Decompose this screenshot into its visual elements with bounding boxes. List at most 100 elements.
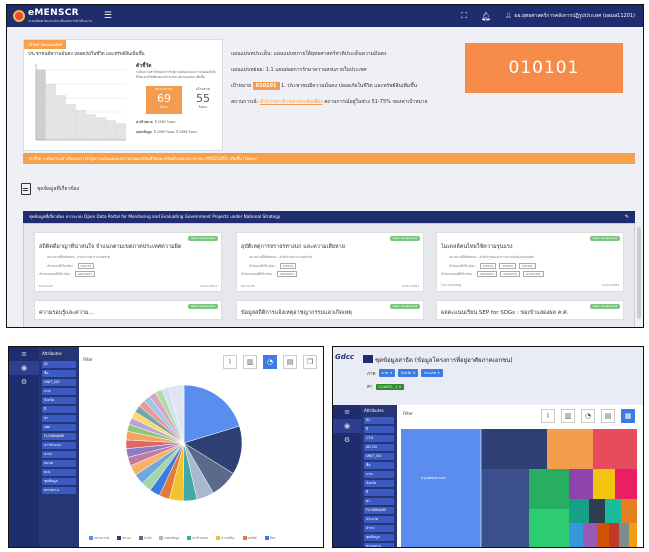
status-link[interactable]: ต่ำกว่าค่าเป้าหมายระดับเสี่ยง [260, 99, 323, 105]
dataset-title[interactable]: อุบัติเหตุการจราจรทางบก และความเสียหาย [241, 243, 419, 251]
related-datasets-label: ชุดข้อมูลที่เกี่ยวข้อง [37, 186, 80, 192]
dataset-owner: หน่วยงานที่รับผิดชอบ : สำนักงานตำรวจแห่ง… [47, 255, 110, 259]
row-pill[interactable]: ภาค ▾ [378, 369, 395, 377]
attribute-item[interactable]: ปี [42, 406, 76, 413]
attribute-item[interactable]: จังหวัด [364, 480, 394, 487]
goal-code-box: 010101 [465, 43, 623, 93]
column-chart-icon[interactable]: ▤ [601, 409, 615, 423]
attribute-item[interactable]: หน่วยงาน [42, 487, 76, 494]
attribute-item[interactable]: หน่วยงาน [364, 543, 394, 547]
pie-chart-icon[interactable]: ◔ [263, 355, 277, 369]
attribute-item[interactable]: ปี [364, 426, 394, 433]
treemap-cell [569, 499, 589, 523]
data-icon[interactable]: ◉ [9, 361, 39, 375]
attribute-item[interactable]: ชื่อ [364, 462, 394, 469]
panel-scrollbar[interactable] [637, 227, 641, 319]
legend-item[interactable]: ปัจจัย [139, 536, 151, 541]
dataset-footer: ไม่ระบุหมวดหมู่ 10/12/2564 [441, 283, 619, 287]
bar-chart-icon[interactable]: ▥ [243, 355, 257, 369]
dataset-card[interactable]: Open Government ข้อมูลสถิติการแจ้งเหตุอา… [236, 300, 424, 320]
attribute-item[interactable]: สาขา [42, 451, 76, 458]
settings-icon[interactable]: ⚙ [9, 375, 39, 389]
attribute-item[interactable]: ชื่อ [42, 370, 76, 377]
dataset-title[interactable]: ผลคะแนนเรียน SEP for SDGs : ขอเข้าแสดงผล… [441, 309, 568, 317]
subplan-row: แผนแม่บทย่อย: 1.1 แผนย่อยการรักษาความสงบ… [231, 67, 367, 73]
dataset-card[interactable]: Open Government อุบัติเหตุการจราจรทางบก … [236, 232, 424, 292]
attribute-item[interactable]: CTG [364, 435, 394, 442]
dataset-title[interactable]: ไมเคลล์คนไทยใช้ความรุนแรง [441, 243, 619, 251]
dataset-title[interactable]: ข้อมูลสถิติการแจ้งเหตุอาชญากรรมแลวเกิดเห… [241, 309, 352, 317]
line-chart-icon[interactable]: ⌇ [223, 355, 237, 369]
legend-item[interactable]: สถานการณ์ [89, 536, 109, 541]
dataset-title[interactable]: ความรอบรู้และความ... [39, 309, 94, 317]
value-label: ค่า [367, 385, 373, 390]
filter-label[interactable]: Filter [403, 411, 413, 416]
back-icon[interactable] [363, 355, 373, 363]
dataset-card[interactable]: Open Government ผลคะแนนเรียน SEP for SDG… [436, 300, 624, 320]
left-sidebar: ≡ ◉ ⚙ [333, 405, 361, 547]
copy-icon[interactable]: ❐ [303, 355, 317, 369]
dataset-title[interactable]: สถิติคดีอาญาที่น่าสนใจ จำแนกตามเขตภาคประ… [39, 243, 217, 251]
pin-icon[interactable]: ✎ [625, 211, 629, 223]
dataset-panel: Open Government สถิติคดีอาญาที่น่าสนใจ จ… [23, 223, 635, 327]
pie-chart-icon[interactable]: ◔ [581, 409, 595, 423]
attribute-item[interactable]: จังหวัด [42, 397, 76, 404]
dataset-card[interactable]: Open Government ไมเคลล์คนไทยใช้ความรุนแร… [436, 232, 624, 292]
treemap-chart: กรุงเทพมหานคร [401, 429, 637, 547]
legend-item[interactable]: อื่นๆ [264, 536, 275, 541]
legend-item[interactable]: สถานะ [117, 536, 131, 541]
indicator-desc: ระดับความสำเร็จของการรับรู้ความมั่นคงและ… [136, 70, 217, 79]
legend-item[interactable]: ค่าเป้าหมาย [187, 536, 208, 541]
attribute-item[interactable]: พ.ศ. [42, 469, 76, 476]
attribute-item[interactable]: หมวด [42, 460, 76, 467]
user-menu[interactable]: 👤︎ ผอ.ยุทธศาสตร์การคลังการปฏิรูปประเทศ (… [505, 12, 635, 20]
attribute-item[interactable]: ชุดข้อมูล [364, 534, 394, 541]
open-data-bar: ชุดข้อมูลที่เกี่ยวข้อง จากระบบ Open Data… [23, 211, 635, 223]
attribute-item[interactable]: ประเภท [364, 516, 394, 523]
attribute-item[interactable]: ID [364, 417, 394, 424]
indicator-title: ตัวชี้วัด [136, 63, 152, 69]
row-pill[interactable]: จังหวัด ▾ [397, 369, 418, 377]
attribute-item[interactable]: สาขา [364, 525, 394, 532]
attribute-item[interactable]: FLOWNAME [42, 433, 76, 440]
filter-label[interactable]: Filter [83, 357, 93, 362]
legend-item[interactable]: แหล่งข้อมูล [159, 536, 179, 541]
attribute-item[interactable]: ID [42, 361, 76, 368]
attribute-item[interactable]: UNIT_NO [364, 453, 394, 460]
menu-icon[interactable]: ≡ [9, 347, 39, 361]
attribute-item[interactable]: การจำแนก [42, 442, 76, 449]
attribute-item[interactable]: ชุดข้อมูล [42, 478, 76, 485]
dataset-card[interactable]: Open Government ความรอบรู้และความ... [34, 300, 222, 320]
attribute-item[interactable]: ภาค [42, 388, 76, 395]
attribute-item[interactable]: AR CD [364, 444, 394, 451]
attribute-item[interactable]: ภาค [364, 471, 394, 478]
target-stat: เป้าหมาย 55 ร้อยละ [186, 86, 220, 114]
attribute-item[interactable]: FLOWNAME [364, 507, 394, 514]
bell-icon[interactable]: 🔔︎ [481, 12, 491, 21]
column-chart-icon[interactable]: ▤ [283, 355, 297, 369]
attributes-header: Attributes [42, 351, 62, 356]
dataset-tag: Open Government [188, 304, 218, 309]
app-logo[interactable]: eMENSCR ระบบติดตามและประเมินผลการดำเนินง… [13, 8, 92, 24]
menu-hamburger-icon[interactable]: ☰ [104, 11, 112, 21]
chart-type-toolbar: ⌇ ▥ ◔ ▤ ▦ [541, 409, 635, 423]
pie-chart [125, 384, 243, 502]
bar-chart-icon[interactable]: ▥ [561, 409, 575, 423]
attribute-item[interactable]: ค่า [42, 415, 76, 422]
dataset-card[interactable]: Open Government สถิติคดีอาญาที่น่าสนใจ จ… [34, 232, 222, 292]
attribute-item[interactable]: ปี [364, 489, 394, 496]
legend-item[interactable]: ผลลัพธ์ [242, 536, 257, 541]
fullscreen-icon[interactable]: ⛶ [461, 11, 467, 21]
legend-item[interactable]: ความเสี่ยง [216, 536, 235, 541]
attribute-item[interactable]: เพศ [42, 424, 76, 431]
treemap-icon[interactable]: ▦ [621, 409, 635, 423]
data-icon[interactable]: ◉ [333, 419, 361, 433]
row-pill[interactable]: ประเภท ▾ [420, 369, 443, 377]
attribute-item[interactable]: ค่า [364, 498, 394, 505]
attribute-item[interactable]: UNIT_NO [42, 379, 76, 386]
line-chart-icon[interactable]: ⌇ [541, 409, 555, 423]
value-pill[interactable]: COUNT(...) ▾ [375, 383, 404, 390]
menu-icon[interactable]: ≡ [333, 405, 361, 419]
settings-icon[interactable]: ⚙ [333, 433, 361, 447]
gdcc-logo[interactable]: Gdcc [335, 353, 361, 367]
